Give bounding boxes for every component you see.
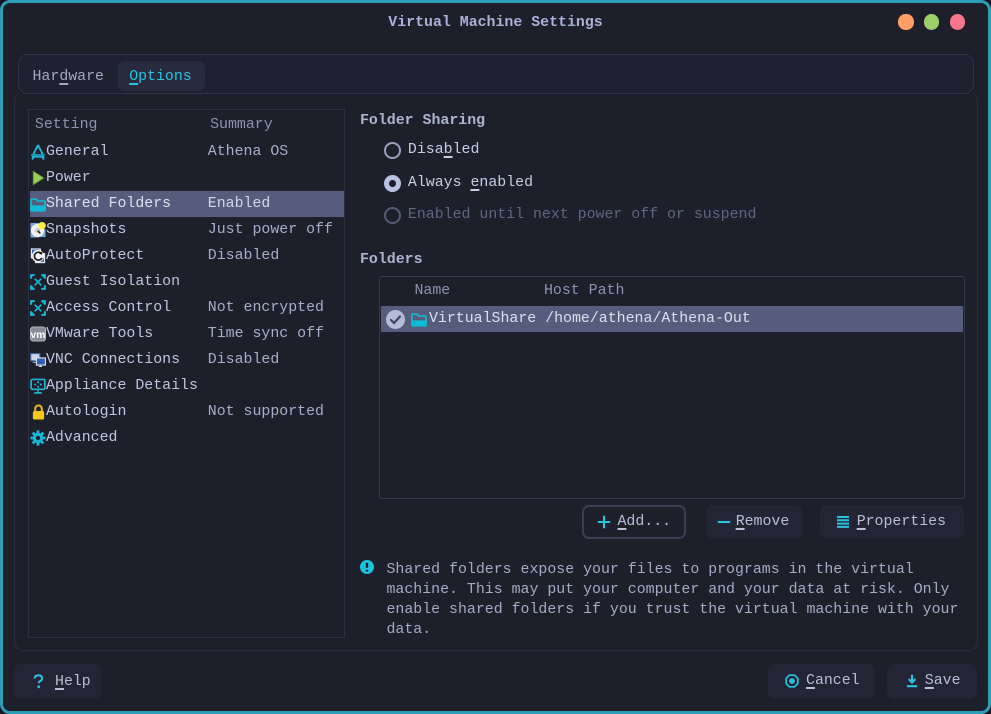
svg-text:vm: vm [31,330,46,341]
